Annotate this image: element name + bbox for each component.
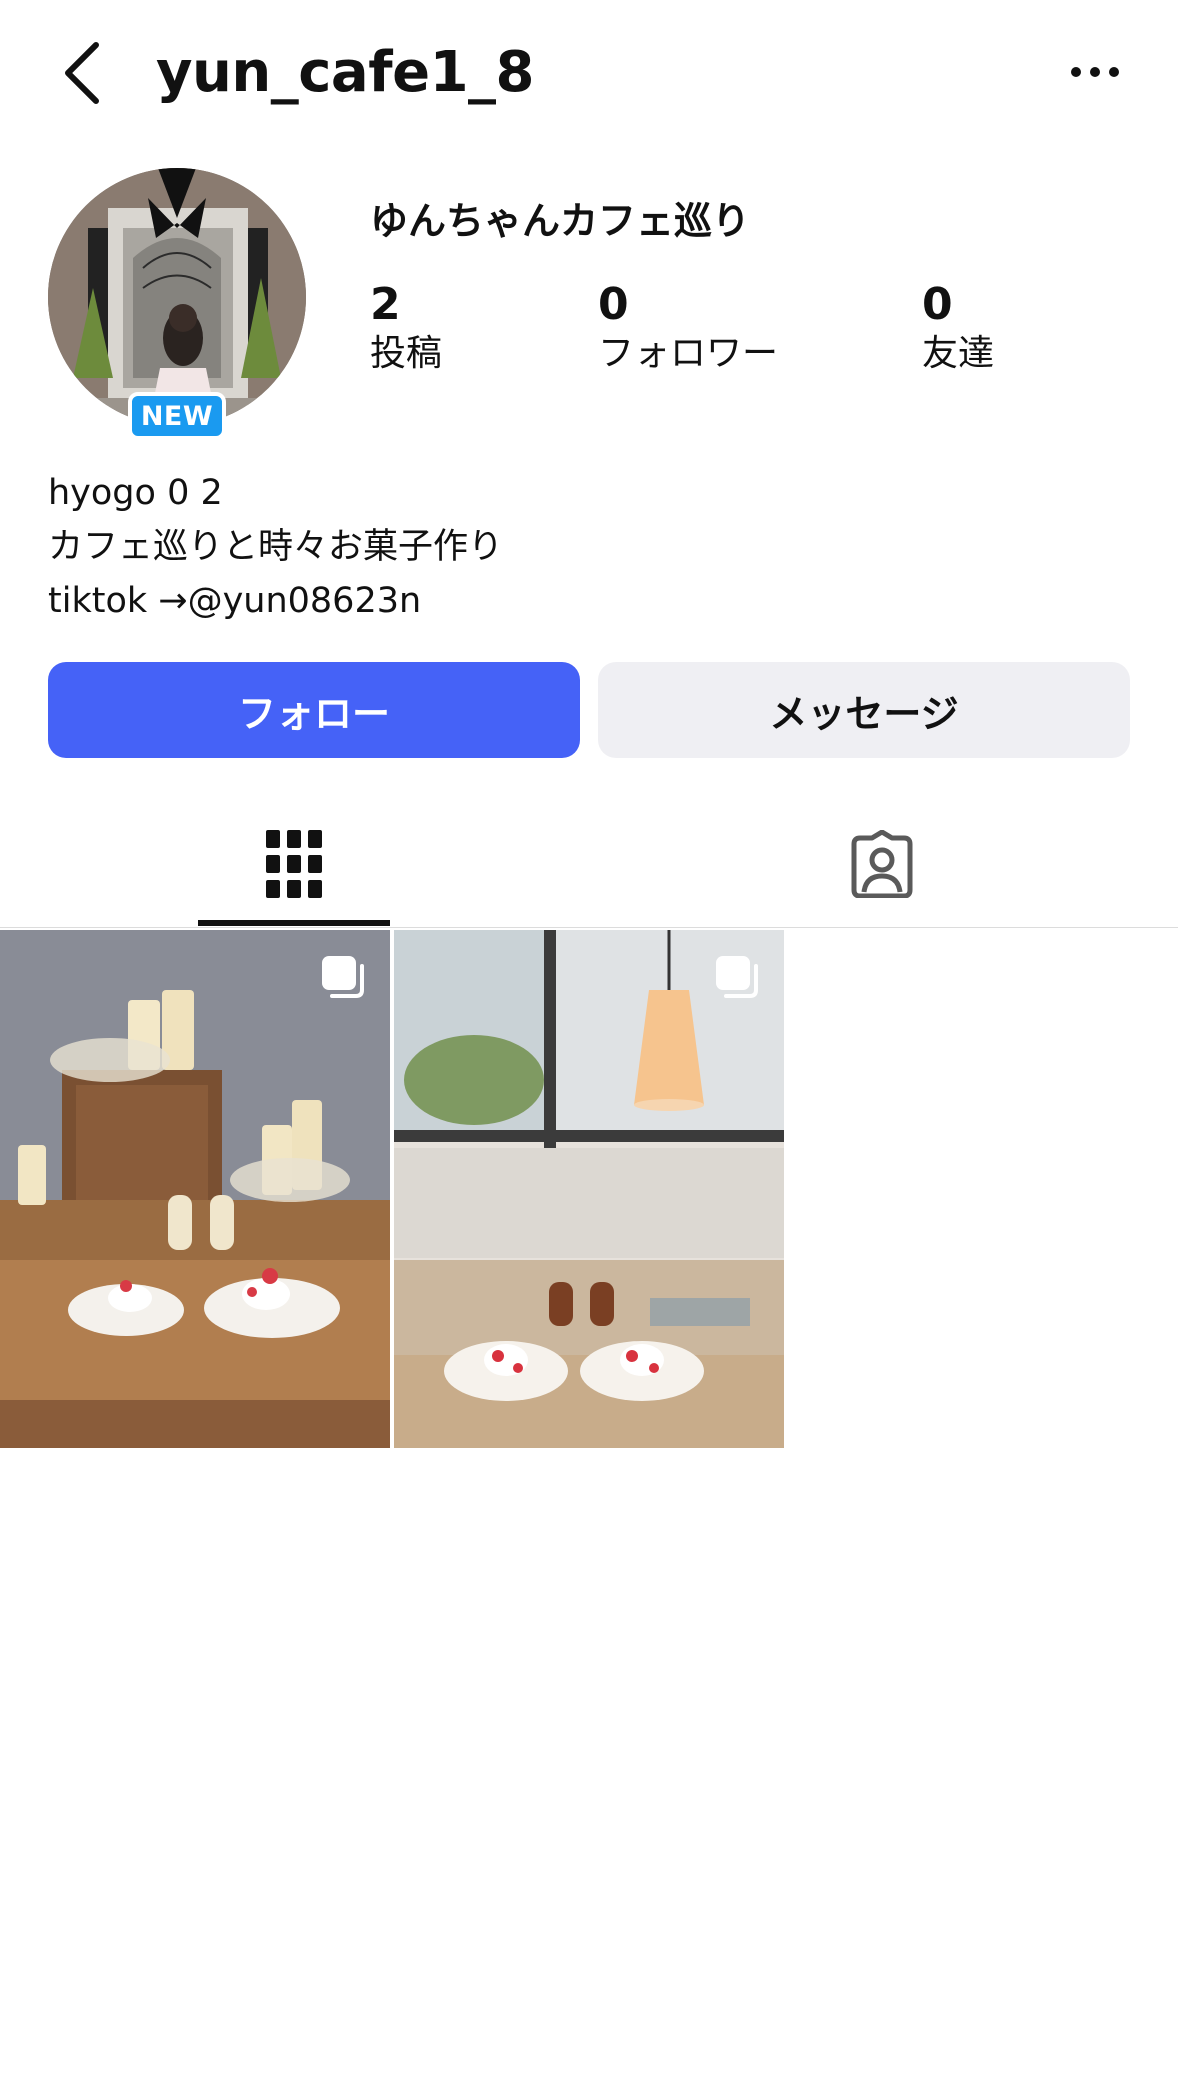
avatar-container[interactable]: NEW <box>48 168 306 442</box>
tagged-user-icon <box>851 830 913 898</box>
bio-line-tiktok[interactable]: tiktok →@yun08623n <box>48 574 503 628</box>
active-tab-indicator <box>198 920 390 926</box>
stat-friends-label: 友達 <box>922 333 995 374</box>
chevron-left-icon <box>65 42 99 104</box>
bio: hyogo 0 2 カフェ巡りと時々お菓子作り tiktok →@yun0862… <box>48 466 503 628</box>
avatar[interactable] <box>48 168 306 426</box>
stat-followers-label: フォロワー <box>598 333 779 374</box>
tab-posts-grid[interactable] <box>198 800 390 928</box>
page-title: yun_cafe1_8 <box>156 40 535 105</box>
back-button[interactable] <box>52 38 112 108</box>
post-thumbnail[interactable] <box>0 930 390 1448</box>
tab-tagged[interactable] <box>786 800 978 928</box>
stat-followers[interactable]: 0 フォロワー <box>598 280 778 378</box>
stat-posts-label: 投稿 <box>370 333 443 374</box>
stat-followers-count: 0 <box>598 279 629 330</box>
bio-line-description: カフェ巡りと時々お菓子作り <box>48 527 504 567</box>
new-badge: NEW <box>128 392 226 440</box>
multiple-photos-icon <box>322 956 364 998</box>
profile-tabs <box>0 800 1178 928</box>
stat-friends-count: 0 <box>922 279 953 330</box>
follow-button[interactable]: フォロー <box>48 662 580 758</box>
bio-line-location: hyogo 0 2 <box>48 473 223 513</box>
stat-posts-count: 2 <box>370 279 401 330</box>
multiple-photos-icon <box>716 956 758 998</box>
grid-icon <box>266 830 322 898</box>
stat-friends[interactable]: 0 友達 <box>922 280 994 378</box>
post-thumbnail[interactable] <box>394 930 784 1448</box>
more-options-button[interactable] <box>1060 40 1130 104</box>
profile-header: yun_cafe1_8 <box>0 0 1178 150</box>
display-name: ゆんちゃんカフェ巡り <box>370 199 751 243</box>
ellipsis-horizontal-icon <box>1071 67 1119 77</box>
stat-posts[interactable]: 2 投稿 <box>370 280 442 378</box>
message-button[interactable]: メッセージ <box>598 662 1130 758</box>
